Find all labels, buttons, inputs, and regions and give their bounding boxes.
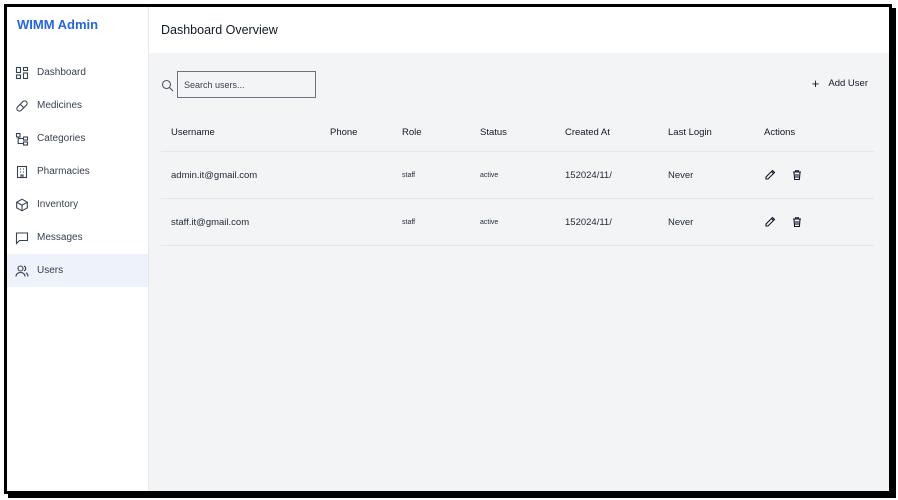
status-badge: active xyxy=(470,198,555,246)
search-icon xyxy=(161,79,174,92)
brand-logo: WIMM Admin xyxy=(17,17,99,32)
column-header-role: Role xyxy=(392,113,470,152)
message-icon xyxy=(15,231,29,245)
sidebar-item-label: Inventory xyxy=(37,199,79,210)
column-header-actions: Actions xyxy=(754,113,874,152)
edit-icon[interactable] xyxy=(764,216,776,228)
sidebar-item-label: Users xyxy=(37,265,64,276)
sidebar-item-messages[interactable]: Messages xyxy=(7,221,148,254)
column-header-username: Username xyxy=(161,113,320,152)
sidebar-item-pharmacies[interactable]: Pharmacies xyxy=(7,155,148,188)
cell-created-at: 152024/11/ xyxy=(555,151,658,199)
search-input[interactable] xyxy=(177,71,316,98)
users-table: Username Phone Role Status Created At La… xyxy=(161,113,874,246)
building-icon xyxy=(15,165,29,179)
top-bar: Dashboard Overview xyxy=(149,7,889,53)
cell-username: admin.it@gmail.com xyxy=(161,151,320,199)
role-badge: staff xyxy=(392,151,470,199)
status-badge: active xyxy=(470,151,555,199)
app-window: WIMM Admin Dashboard Medicines Categorie… xyxy=(4,4,892,494)
sidebar-item-label: Categories xyxy=(37,133,86,144)
add-user-button[interactable]: + Add User xyxy=(811,75,868,91)
cell-actions xyxy=(754,151,874,199)
cell-username: staff.it@gmail.com xyxy=(161,198,320,246)
cell-last-login: Never xyxy=(658,198,754,246)
role-badge: staff xyxy=(392,198,470,246)
hierarchy-icon xyxy=(15,132,29,146)
sidebar-item-label: Pharmacies xyxy=(37,166,90,177)
page-title: Dashboard Overview xyxy=(161,23,278,37)
sidebar-item-dashboard[interactable]: Dashboard xyxy=(7,56,148,89)
plus-icon: + xyxy=(811,75,820,91)
cell-last-login: Never xyxy=(658,151,754,199)
cell-actions xyxy=(754,198,874,246)
column-header-last-login: Last Login xyxy=(658,113,754,152)
users-panel: + Add User Username Phone Role Status Cr… xyxy=(149,53,889,491)
sidebar-item-inventory[interactable]: Inventory xyxy=(7,188,148,221)
sidebar-item-label: Medicines xyxy=(37,100,83,111)
pill-icon xyxy=(15,99,29,113)
users-icon xyxy=(15,264,29,278)
cell-phone xyxy=(320,151,392,199)
cell-created-at: 152024/11/ xyxy=(555,198,658,246)
column-header-status: Status xyxy=(470,113,555,152)
add-user-label: Add User xyxy=(828,78,868,89)
dashboard-icon xyxy=(15,66,29,80)
table-row: staff.it@gmail.com staff active 152024/1… xyxy=(161,198,874,246)
column-header-created-at: Created At xyxy=(555,113,658,152)
sidebar-item-categories[interactable]: Categories xyxy=(7,122,148,155)
trash-icon[interactable] xyxy=(791,216,803,228)
sidebar-nav: Dashboard Medicines Categories Pharmacie… xyxy=(7,56,148,287)
column-header-phone: Phone xyxy=(320,113,392,152)
sidebar: WIMM Admin Dashboard Medicines Categorie… xyxy=(7,7,149,491)
sidebar-item-users[interactable]: Users xyxy=(7,254,148,287)
package-icon xyxy=(15,198,29,212)
trash-icon[interactable] xyxy=(791,169,803,181)
table-header-row: Username Phone Role Status Created At La… xyxy=(161,113,874,152)
sidebar-item-label: Messages xyxy=(37,232,83,243)
sidebar-item-medicines[interactable]: Medicines xyxy=(7,89,148,122)
sidebar-item-label: Dashboard xyxy=(37,67,86,78)
table-row: admin.it@gmail.com staff active 152024/1… xyxy=(161,151,874,199)
edit-icon[interactable] xyxy=(764,169,776,181)
cell-phone xyxy=(320,198,392,246)
